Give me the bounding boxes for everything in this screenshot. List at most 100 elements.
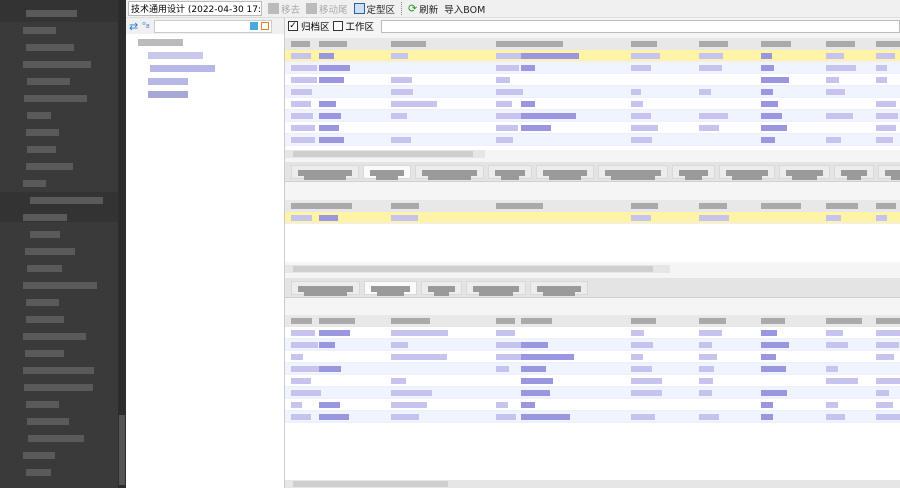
table-cell [391, 137, 411, 143]
tab[interactable] [719, 165, 775, 180]
column-header [761, 318, 785, 324]
table-cell [496, 113, 521, 119]
table-cell [876, 77, 888, 83]
table-cell [631, 390, 662, 396]
sub-grid[interactable] [285, 315, 900, 480]
table-cell [496, 65, 519, 71]
table-row [285, 74, 900, 86]
tab[interactable] [488, 165, 532, 180]
table-cell [319, 125, 339, 131]
filter-input[interactable] [381, 19, 900, 33]
main-grid-scrollbar[interactable] [285, 150, 485, 158]
table-cell [826, 402, 839, 408]
tab[interactable] [363, 165, 411, 180]
work-area-checkbox[interactable] [332, 21, 343, 31]
table-cell [761, 414, 774, 420]
tree-search-input[interactable] [153, 19, 272, 33]
column-header [761, 41, 792, 47]
main-grid[interactable] [285, 38, 900, 150]
table-cell [291, 354, 303, 360]
table-cell [876, 402, 893, 408]
sidebar-item [25, 248, 75, 255]
sidebar-navigation[interactable] [0, 0, 118, 488]
tab[interactable] [291, 165, 359, 180]
table-cell [631, 366, 653, 372]
tab-label [370, 170, 404, 180]
table-cell [876, 354, 894, 360]
table-cell [699, 354, 717, 360]
table-cell [496, 330, 516, 336]
table-cell [631, 378, 663, 384]
link-icon[interactable]: ᵒ₈ [142, 21, 149, 31]
table-cell [876, 53, 895, 59]
column-header [631, 318, 656, 324]
tab[interactable] [364, 281, 417, 296]
sidebar-item [24, 95, 87, 102]
table-cell [699, 366, 714, 372]
move-button[interactable]: 移动尾 [306, 2, 348, 16]
sub-tabs[interactable] [285, 278, 900, 298]
tab[interactable] [598, 165, 668, 180]
refresh-icon: ⟳ [408, 2, 418, 15]
tab-label [726, 170, 768, 180]
table-cell [391, 215, 418, 221]
table-row [285, 62, 900, 74]
tab[interactable] [530, 281, 588, 296]
table-cell [319, 101, 337, 107]
table-cell [521, 125, 551, 131]
detail-grid-scrollbar[interactable] [285, 265, 670, 273]
archive-area-checkbox[interactable]: ✓ [288, 21, 298, 31]
detail-grid[interactable] [285, 200, 900, 262]
archive-button[interactable]: 定型区 [353, 2, 395, 16]
table-cell [496, 137, 513, 143]
column-header [319, 203, 352, 209]
table-cell [826, 414, 846, 420]
tree-node [148, 78, 188, 85]
sub-grid-scrollbar[interactable] [285, 480, 900, 488]
remove-button[interactable]: 移去 [268, 2, 300, 16]
tab[interactable] [834, 165, 874, 180]
tab-label [473, 286, 519, 296]
tree-panel: ⇄ ᵒ₈ [126, 18, 285, 488]
table-cell [876, 390, 889, 396]
sidebar-scrollbar[interactable] [118, 0, 126, 488]
tab[interactable] [291, 281, 360, 296]
tab[interactable] [878, 165, 900, 180]
scrollbar-thumb[interactable] [119, 415, 125, 485]
table-cell [761, 342, 790, 348]
toolbar: 技术通用设计 (2022-04-30 17:53 ✕ 移去 移动尾 定型区 ⟳刷… [126, 0, 900, 18]
collapse-icon[interactable] [260, 21, 269, 30]
tab[interactable] [421, 281, 462, 296]
detail-tabs[interactable] [285, 162, 900, 182]
table-cell [391, 77, 413, 83]
tab-label [679, 170, 708, 180]
column-header [876, 318, 900, 324]
table-cell [521, 342, 548, 348]
table-cell [699, 414, 720, 420]
sync-icon[interactable]: ⇄ [129, 20, 138, 33]
archive-icon [353, 3, 365, 14]
table-cell [631, 342, 654, 348]
refresh-button[interactable]: ⟳ 刷新 [408, 2, 438, 16]
column-header [391, 41, 427, 47]
tab[interactable] [415, 165, 484, 180]
tree-view[interactable] [126, 34, 284, 474]
tab[interactable] [536, 165, 594, 180]
table-cell [826, 89, 846, 95]
expand-icon[interactable] [249, 21, 258, 30]
table-cell [521, 65, 536, 71]
document-tab-selector[interactable]: 技术通用设计 (2022-04-30 17:53 ✕ [128, 1, 262, 16]
tab[interactable] [466, 281, 526, 296]
table-cell [631, 137, 653, 143]
tab[interactable] [779, 165, 830, 180]
table-cell [391, 113, 407, 119]
sidebar-item [23, 333, 86, 340]
table-cell [699, 215, 729, 221]
table-cell [761, 330, 778, 336]
table-cell [521, 113, 577, 119]
table-cell [319, 137, 344, 143]
table-cell [496, 53, 523, 59]
tab[interactable] [672, 165, 715, 180]
table-cell [826, 137, 842, 143]
import-bom-button[interactable]: 导入BOM [444, 2, 485, 16]
